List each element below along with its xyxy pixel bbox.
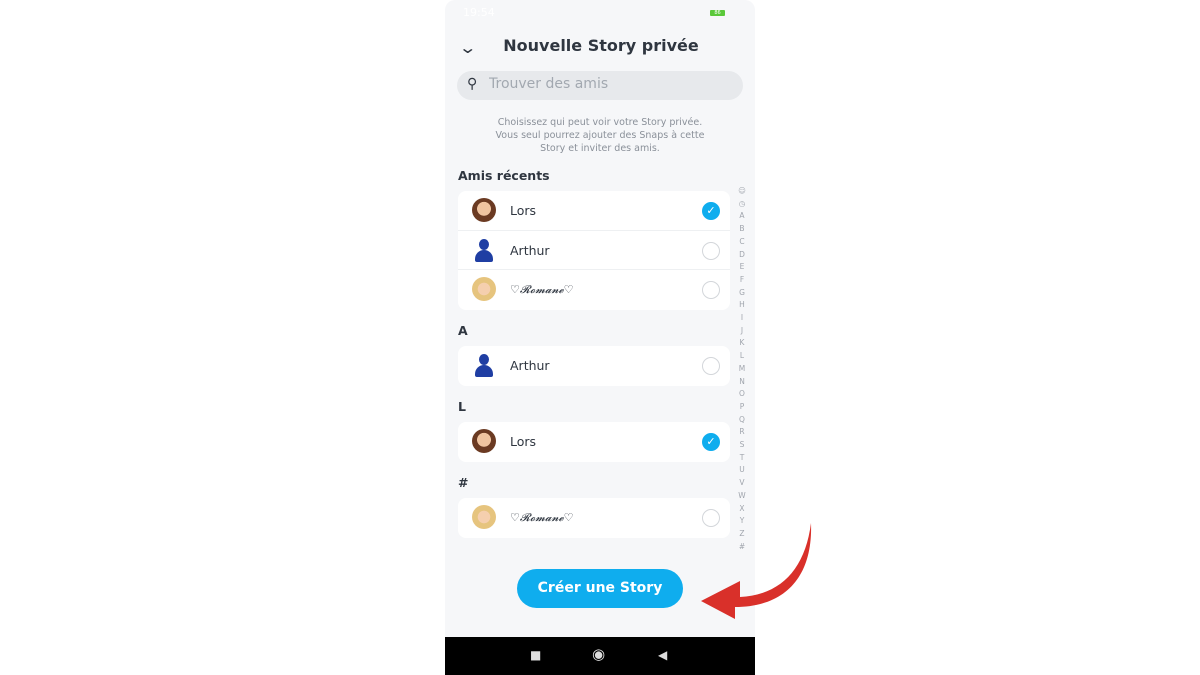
battery-icon: 86 xyxy=(710,10,725,16)
friend-list: Arthur xyxy=(458,346,730,386)
index-letter[interactable]: A xyxy=(737,210,747,223)
checkbox[interactable] xyxy=(702,281,720,299)
index-letter[interactable]: T xyxy=(737,452,747,465)
home-icon[interactable]: ◉ xyxy=(592,645,605,663)
section-title: Amis récents xyxy=(458,168,550,183)
checkbox[interactable] xyxy=(702,241,720,260)
index-letter[interactable]: J xyxy=(737,325,747,338)
search-input[interactable] xyxy=(489,76,729,92)
checkbox-checked[interactable]: ✓ xyxy=(702,433,720,451)
status-time: 19:54 xyxy=(463,6,495,19)
section-title: L xyxy=(458,399,466,414)
friend-name: ♡𝓡𝓸𝓶𝓪𝓷𝓮♡ xyxy=(510,511,574,524)
friend-row[interactable]: ♡𝓡𝓸𝓶𝓪𝓷𝓮♡ xyxy=(458,498,730,538)
status-bar: 19:54 86 xyxy=(463,6,737,20)
index-letter[interactable]: B xyxy=(737,223,747,236)
friend-list: Lors ✓ xyxy=(458,422,730,462)
friend-name: Arthur xyxy=(510,358,550,373)
index-letter[interactable]: I xyxy=(737,312,747,325)
avatar xyxy=(472,238,496,262)
friend-name: ♡𝓡𝓸𝓶𝓪𝓷𝓮♡ xyxy=(510,283,574,296)
description: Choisissez qui peut voir votre Story pri… xyxy=(495,117,705,154)
friend-list: ♡𝓡𝓸𝓶𝓪𝓷𝓮♡ xyxy=(458,498,730,538)
checkbox-checked[interactable]: ✓ xyxy=(702,202,720,220)
index-letter[interactable]: L xyxy=(737,350,747,363)
index-letter[interactable]: W xyxy=(737,490,747,503)
friend-row[interactable]: ♡𝓡𝓸𝓶𝓪𝓷𝓮♡ xyxy=(458,270,730,310)
index-letter[interactable]: D xyxy=(737,249,747,262)
red-arrow-annotation xyxy=(701,523,812,619)
friend-row[interactable]: Arthur xyxy=(458,231,730,270)
page-title: Nouvelle Story privée xyxy=(503,36,699,55)
friend-row[interactable]: Arthur xyxy=(458,346,730,386)
index-letter[interactable]: U xyxy=(737,464,747,477)
section-title: A xyxy=(458,323,468,338)
index-letter[interactable]: M xyxy=(737,363,747,376)
index-letter[interactable]: G xyxy=(737,287,747,300)
index-letter[interactable]: P xyxy=(737,401,747,414)
index-letter[interactable]: ◷ xyxy=(737,198,747,211)
friend-row[interactable]: Lors ✓ xyxy=(458,422,730,462)
search-icon: ⚲ xyxy=(467,76,478,92)
index-letter[interactable]: V xyxy=(737,477,747,490)
friend-row[interactable]: Lors ✓ xyxy=(458,191,730,231)
index-letter[interactable]: H xyxy=(737,299,747,312)
friend-name: Lors xyxy=(510,434,537,449)
index-letter[interactable]: F xyxy=(737,274,747,287)
index-letter[interactable]: R xyxy=(737,426,747,439)
index-letter[interactable]: C xyxy=(737,236,747,249)
friend-name: Lors xyxy=(510,203,537,218)
avatar xyxy=(472,505,496,529)
checkbox[interactable] xyxy=(702,357,720,375)
alphabet-index[interactable]: ☺ ◷ A B C D E F G H I J K L M N O P Q R S T U V W X Y Z # xyxy=(737,185,747,553)
index-letter[interactable]: S xyxy=(737,439,747,452)
avatar xyxy=(472,198,496,222)
index-letter[interactable]: ☺ xyxy=(737,185,747,198)
friend-list: Lors ✓ Arthur ♡𝓡𝓸𝓶𝓪𝓷𝓮♡ xyxy=(458,191,730,310)
index-letter[interactable]: Q xyxy=(737,414,747,427)
avatar xyxy=(472,277,496,301)
android-nav-bar: ■ ◉ ◀ xyxy=(445,637,755,675)
recents-icon[interactable]: ■ xyxy=(530,648,541,662)
search-bar[interactable]: ⚲ xyxy=(457,71,743,100)
section-title: # xyxy=(458,475,469,490)
avatar xyxy=(472,353,496,377)
header: ⌄ Nouvelle Story privée xyxy=(445,36,755,58)
back-icon[interactable]: ◀ xyxy=(658,648,667,662)
index-letter[interactable]: N xyxy=(737,376,747,389)
friend-name: Arthur xyxy=(510,242,550,258)
index-letter[interactable]: O xyxy=(737,388,747,401)
index-letter[interactable]: K xyxy=(737,337,747,350)
avatar xyxy=(472,429,496,453)
create-story-button[interactable]: Créer une Story xyxy=(517,569,683,608)
index-letter[interactable]: X xyxy=(737,503,747,516)
index-letter[interactable]: E xyxy=(737,261,747,274)
